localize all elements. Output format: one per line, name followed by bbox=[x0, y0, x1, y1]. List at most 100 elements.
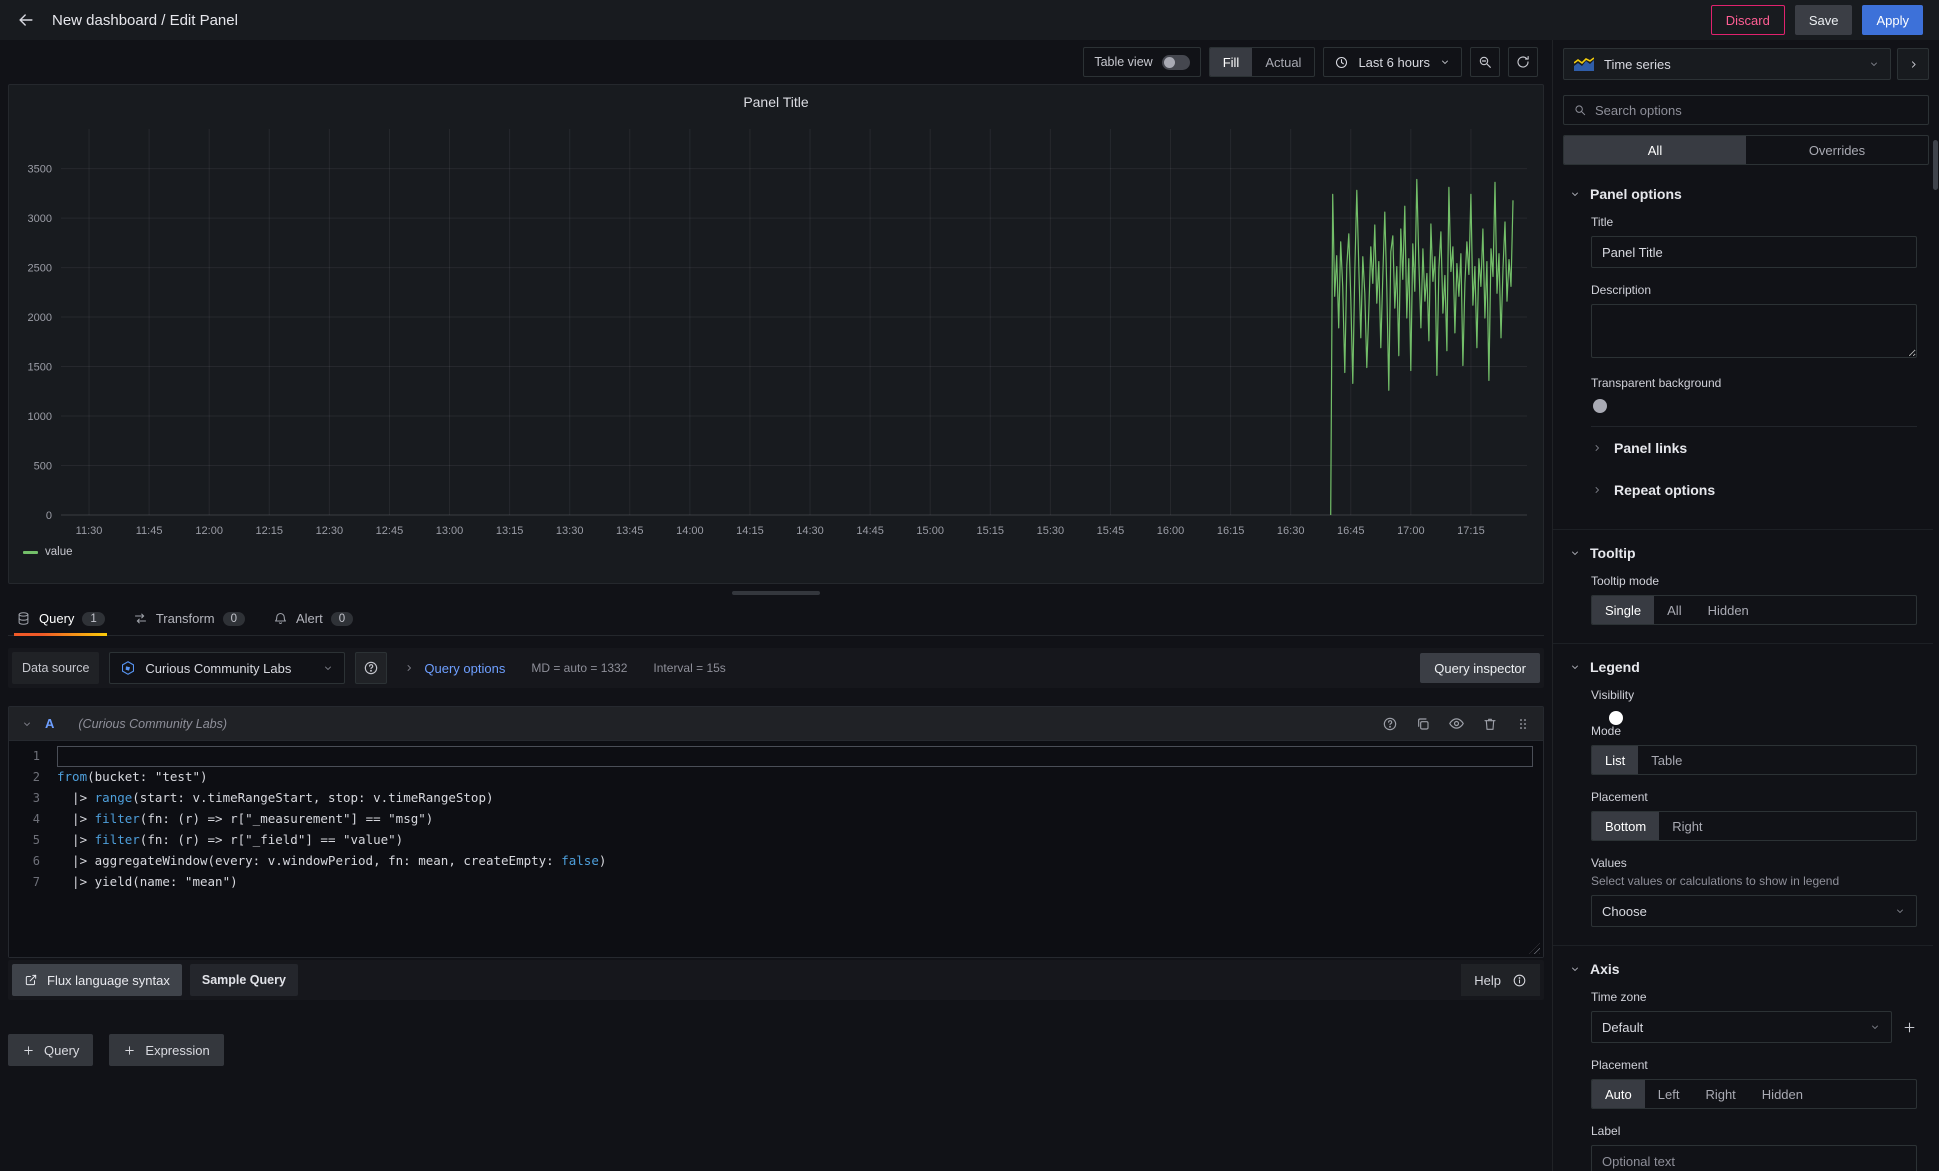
visualization-picker[interactable]: Time series bbox=[1563, 48, 1891, 80]
flux-syntax-button[interactable]: Flux language syntax bbox=[12, 964, 182, 996]
query-editor-header[interactable]: A (Curious Community Labs) bbox=[9, 707, 1543, 741]
panel-description-textarea[interactable] bbox=[1591, 304, 1917, 358]
collapse-options-pane-button[interactable] bbox=[1897, 48, 1929, 80]
chevron-down-icon[interactable] bbox=[21, 718, 33, 730]
pane-resize-handle[interactable] bbox=[8, 584, 1544, 602]
legend-values-description: Select values or calculations to show in… bbox=[1591, 874, 1917, 888]
code-line-3[interactable]: |> range(start: v.timeRangeStart, stop: … bbox=[57, 788, 1533, 809]
code-line-2[interactable]: from(bucket: "test") bbox=[57, 767, 1533, 788]
apply-button[interactable]: Apply bbox=[1862, 5, 1923, 35]
discard-button[interactable]: Discard bbox=[1711, 5, 1785, 35]
tab-transform-label: Transform bbox=[156, 611, 215, 626]
field-timezone: Time zone Default bbox=[1591, 990, 1917, 1043]
query-help-button[interactable] bbox=[1382, 716, 1398, 732]
database-icon bbox=[16, 611, 31, 626]
option-fill[interactable]: Fill bbox=[1210, 48, 1253, 76]
tooltip-header[interactable]: Tooltip bbox=[1553, 530, 1933, 574]
datasource-picker[interactable]: Curious Community Labs bbox=[109, 652, 345, 684]
axis-title: Axis bbox=[1590, 961, 1620, 977]
axis-label-input[interactable] bbox=[1591, 1145, 1917, 1171]
tab-query[interactable]: Query 1 bbox=[14, 602, 107, 635]
option-single[interactable]: Single bbox=[1592, 596, 1654, 624]
chevron-right-icon bbox=[1591, 442, 1603, 454]
zoom-out-button[interactable] bbox=[1470, 47, 1500, 77]
query-ref-id: A bbox=[45, 716, 54, 731]
sample-query-button[interactable]: Sample Query bbox=[190, 964, 298, 996]
svg-text:15:45: 15:45 bbox=[1097, 525, 1125, 537]
code-line-5[interactable]: |> filter(fn: (r) => r["_field"] == "val… bbox=[57, 830, 1533, 851]
svg-text:14:00: 14:00 bbox=[676, 525, 704, 537]
repeat-options-row[interactable]: Repeat options bbox=[1591, 469, 1917, 511]
code-line-7[interactable]: |> yield(name: "mean") bbox=[57, 872, 1533, 893]
save-button[interactable]: Save bbox=[1795, 5, 1853, 35]
add-timezone-button[interactable] bbox=[1902, 1020, 1917, 1035]
field-title: Title bbox=[1591, 215, 1917, 268]
tab-transform-count: 0 bbox=[223, 612, 245, 626]
svg-text:3500: 3500 bbox=[28, 164, 52, 176]
bottom-tabs: Query 1 Transform 0 Alert 0 bbox=[8, 602, 1544, 636]
svg-text:16:30: 16:30 bbox=[1277, 525, 1305, 537]
code-line-4[interactable]: |> filter(fn: (r) => r["_measurement"] =… bbox=[57, 809, 1533, 830]
option-hidden[interactable]: Hidden bbox=[1749, 1080, 1816, 1108]
back-arrow-icon[interactable] bbox=[16, 10, 36, 30]
option-left[interactable]: Left bbox=[1645, 1080, 1693, 1108]
option-list[interactable]: List bbox=[1592, 746, 1638, 774]
field-legend-values: Values Select values or calculations to … bbox=[1591, 856, 1917, 927]
chart-legend[interactable]: value bbox=[15, 545, 1537, 561]
help-button[interactable]: Help bbox=[1461, 964, 1540, 996]
section-tooltip: Tooltip Tooltip mode SingleAllHidden bbox=[1553, 529, 1933, 643]
panel-options-header[interactable]: Panel options bbox=[1553, 171, 1933, 215]
option-overrides[interactable]: Overrides bbox=[1746, 136, 1928, 164]
flux-code-editor[interactable]: 1234567 from(bucket: "test") |> range(st… bbox=[9, 741, 1543, 957]
influxdb-icon bbox=[120, 660, 136, 676]
svg-text:17:00: 17:00 bbox=[1397, 525, 1425, 537]
panel-title-input[interactable] bbox=[1591, 236, 1917, 268]
option-hidden[interactable]: Hidden bbox=[1695, 596, 1762, 624]
legend-header[interactable]: Legend bbox=[1553, 644, 1933, 688]
svg-text:500: 500 bbox=[34, 461, 52, 473]
option-all[interactable]: All bbox=[1654, 596, 1694, 624]
field-legend-mode: Mode ListTable bbox=[1591, 724, 1917, 775]
timezone-select[interactable]: Default bbox=[1591, 1011, 1892, 1043]
option-right[interactable]: Right bbox=[1659, 812, 1715, 840]
axis-placement-label: Placement bbox=[1591, 1058, 1917, 1072]
drag-query-handle[interactable] bbox=[1515, 716, 1531, 732]
axis-header[interactable]: Axis bbox=[1553, 946, 1933, 990]
query-datasource-hint: (Curious Community Labs) bbox=[78, 717, 227, 731]
sidebar-scrollbar[interactable] bbox=[1933, 140, 1938, 190]
tab-alert[interactable]: Alert 0 bbox=[271, 602, 355, 635]
datasource-help-button[interactable] bbox=[355, 652, 387, 684]
time-series-chart[interactable]: 050010001500200025003000350011:3011:4512… bbox=[15, 115, 1537, 545]
option-auto[interactable]: Auto bbox=[1592, 1080, 1645, 1108]
time-range-picker[interactable]: Last 6 hours bbox=[1323, 47, 1462, 77]
option-bottom[interactable]: Bottom bbox=[1592, 812, 1659, 840]
field-tooltip-mode: Tooltip mode SingleAllHidden bbox=[1591, 574, 1917, 625]
legend-values-select[interactable]: Choose bbox=[1591, 895, 1917, 927]
panel-preview: Panel Title 0500100015002000250030003500… bbox=[8, 84, 1544, 584]
panel-links-row[interactable]: Panel links bbox=[1591, 427, 1917, 469]
option-all[interactable]: All bbox=[1564, 136, 1746, 164]
duplicate-query-button[interactable] bbox=[1415, 716, 1431, 732]
code-line-1[interactable] bbox=[57, 746, 1533, 767]
svg-text:3000: 3000 bbox=[28, 213, 52, 225]
code-lines[interactable]: from(bucket: "test") |> range(start: v.t… bbox=[57, 746, 1543, 957]
option-table[interactable]: Table bbox=[1638, 746, 1695, 774]
legend-title: Legend bbox=[1590, 659, 1640, 675]
delete-query-button[interactable] bbox=[1482, 716, 1498, 732]
table-view-toggle[interactable] bbox=[1162, 55, 1190, 70]
refresh-button[interactable] bbox=[1508, 47, 1538, 77]
option-actual[interactable]: Actual bbox=[1252, 48, 1314, 76]
add-query-button[interactable]: Query bbox=[8, 1034, 93, 1066]
query-inspector-button[interactable]: Query inspector bbox=[1420, 653, 1540, 683]
add-query-label: Query bbox=[44, 1043, 79, 1058]
query-options-toggle[interactable]: Query options bbox=[403, 661, 505, 676]
code-line-6[interactable]: |> aggregateWindow(every: v.windowPeriod… bbox=[57, 851, 1533, 872]
datasource-name: Curious Community Labs bbox=[145, 661, 313, 676]
options-search-input[interactable] bbox=[1595, 103, 1919, 118]
add-expression-button[interactable]: Expression bbox=[109, 1034, 223, 1066]
hide-query-button[interactable] bbox=[1448, 715, 1465, 732]
option-right[interactable]: Right bbox=[1692, 1080, 1748, 1108]
panel-title: Panel Title bbox=[15, 91, 1537, 115]
tab-transform[interactable]: Transform 0 bbox=[131, 602, 247, 635]
options-search[interactable] bbox=[1563, 95, 1929, 125]
